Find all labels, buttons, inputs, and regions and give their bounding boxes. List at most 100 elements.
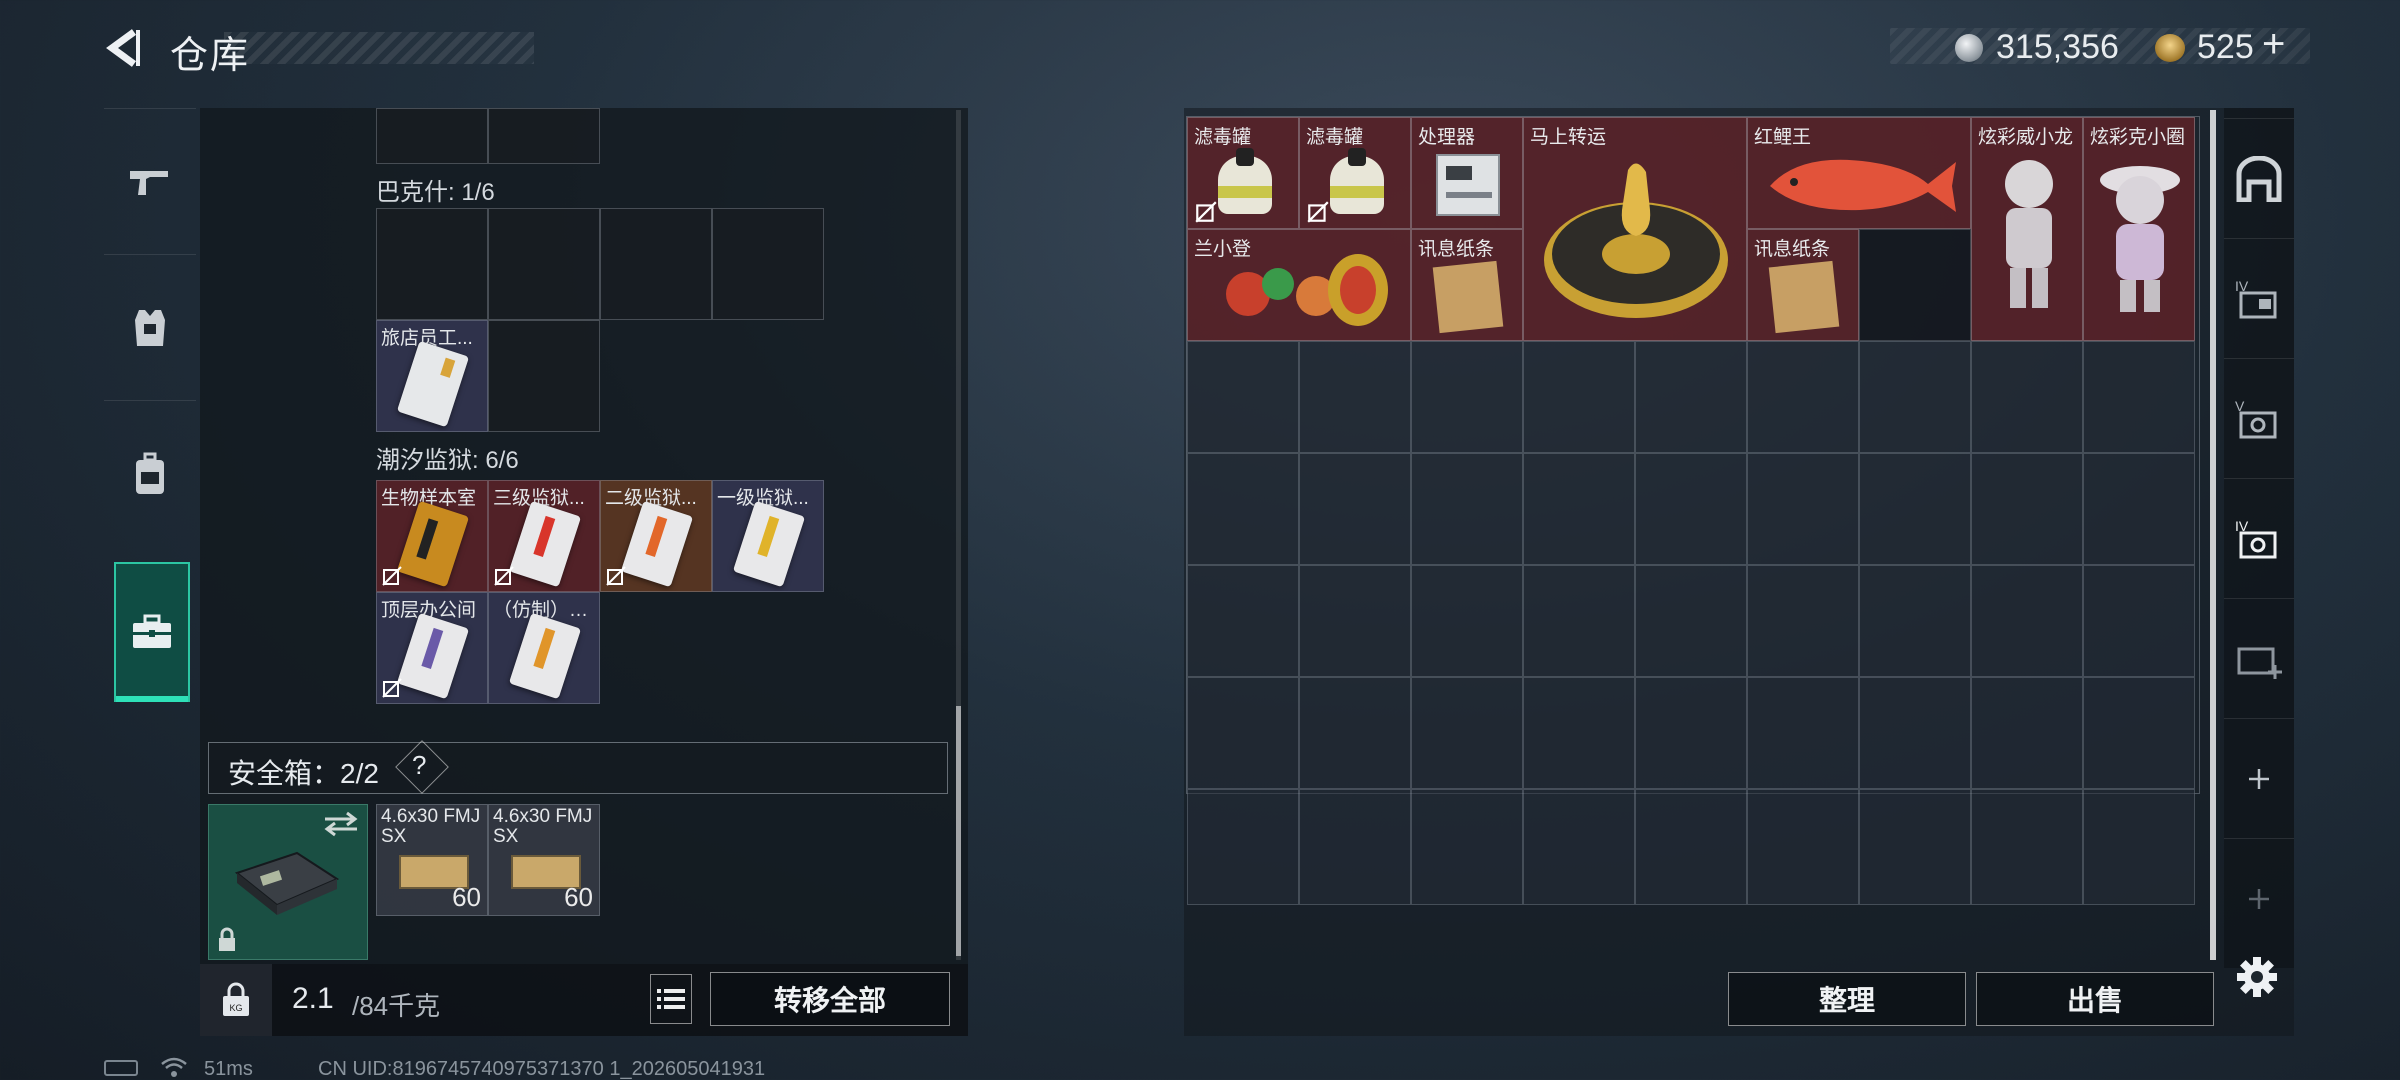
item-keycard[interactable]: 一级监狱... (712, 480, 824, 592)
item-keycard[interactable]: 生物样本室 (376, 480, 488, 592)
item-ammo[interactable]: 4.6x30 FMJ SX 60 (376, 804, 488, 916)
grid-slot[interactable] (376, 208, 488, 320)
settings-button[interactable] (2232, 952, 2282, 1002)
no-share-icon (382, 566, 402, 586)
grid-slot[interactable] (1523, 453, 1635, 565)
item-filter-canister[interactable]: 滤毒罐 (1187, 117, 1299, 229)
grid-slot[interactable] (1635, 789, 1747, 905)
grid-slot[interactable] (1411, 341, 1523, 453)
grid-slot[interactable] (1747, 677, 1859, 789)
grid-slot[interactable] (488, 108, 600, 164)
add-tab-button[interactable] (2224, 838, 2294, 958)
grid-slot[interactable] (1411, 453, 1523, 565)
help-icon[interactable]: ? (412, 750, 426, 781)
grid-slot[interactable] (1523, 341, 1635, 453)
grid-slot[interactable] (1635, 677, 1747, 789)
sell-button[interactable]: 出售 (1976, 972, 2214, 1026)
grid-slot[interactable] (1187, 789, 1299, 905)
grid-slot[interactable] (376, 108, 488, 164)
list-view-button[interactable] (650, 974, 692, 1024)
grid-slot[interactable] (1859, 453, 1971, 565)
right-scrollbar-thumb[interactable] (2210, 110, 2216, 960)
grid-slot[interactable] (488, 208, 600, 320)
grid-slot[interactable] (1635, 453, 1747, 565)
grid-slot[interactable] (1523, 789, 1635, 905)
grid-slot[interactable] (1971, 565, 2083, 677)
storage-iv-icon: IV (2235, 278, 2277, 318)
gear-icon (2237, 957, 2277, 997)
grid-slot[interactable] (1411, 677, 1523, 789)
item-keycard[interactable]: 旅店员工... (376, 320, 488, 432)
grid-slot[interactable] (1747, 565, 1859, 677)
tab-vault[interactable] (2224, 118, 2294, 238)
item-lan-xiaodeng[interactable]: 兰小登 (1187, 229, 1411, 341)
grid-slot[interactable] (1187, 453, 1299, 565)
grid-slot[interactable] (1299, 453, 1411, 565)
grid-slot[interactable] (1299, 341, 1411, 453)
nav-weapons[interactable] (104, 108, 196, 254)
grid-slot[interactable] (1187, 677, 1299, 789)
grid-slot[interactable] (488, 320, 600, 432)
grid-slot[interactable] (1299, 789, 1411, 905)
item-keycard[interactable]: （仿制）一... (488, 592, 600, 704)
grid-slot[interactable] (1299, 565, 1411, 677)
item-message-note[interactable]: 讯息纸条 (1411, 229, 1523, 341)
item-red-koi[interactable]: 红鲤王 (1747, 117, 1971, 229)
item-keycard[interactable]: 顶层办公间 (376, 592, 488, 704)
grid-slot[interactable] (1523, 565, 1635, 677)
grid-slot[interactable] (1859, 565, 1971, 677)
grid-slot[interactable] (1971, 677, 2083, 789)
grid-slot[interactable] (1299, 677, 1411, 789)
back-button[interactable] (100, 22, 148, 74)
tab-storage-v[interactable]: V (2224, 358, 2294, 478)
grid-slot[interactable] (2083, 453, 2195, 565)
grid-slot[interactable] (2083, 341, 2195, 453)
grid-slot[interactable] (1187, 565, 1299, 677)
add-tab-button[interactable] (2224, 718, 2294, 838)
grid-slot[interactable] (1187, 341, 1299, 453)
item-figure-circle[interactable]: 炫彩克小圈 (2083, 117, 2195, 341)
tab-storage-iv-selected[interactable]: IV (2224, 478, 2294, 598)
item-keycard[interactable]: 三级监狱... (488, 480, 600, 592)
transfer-all-button[interactable]: 转移全部 (710, 972, 950, 1026)
tab-storage-iv[interactable]: IV (2224, 238, 2294, 358)
grid-slot[interactable] (1635, 565, 1747, 677)
sort-button[interactable]: 整理 (1728, 972, 1966, 1026)
grid-slot[interactable] (1747, 453, 1859, 565)
safebox-slot[interactable] (208, 804, 368, 960)
grid-slot[interactable] (600, 208, 712, 320)
tab-storage-add[interactable] (2224, 598, 2294, 718)
left-scrollbar-thumb[interactable] (956, 706, 961, 956)
item-ammo[interactable]: 4.6x30 FMJ SX 60 (488, 804, 600, 916)
grid-slot[interactable] (1859, 229, 1971, 341)
item-figure-dragon[interactable]: 炫彩威小龙 (1971, 117, 2083, 341)
grid-slot[interactable] (1971, 453, 2083, 565)
grid-slot[interactable] (1971, 789, 2083, 905)
ammo-count: 60 (564, 882, 593, 912)
grid-slot[interactable] (1411, 789, 1523, 905)
nav-armor[interactable] (104, 254, 196, 400)
item-filter-canister[interactable]: 滤毒罐 (1299, 117, 1411, 229)
grid-slot[interactable] (1523, 677, 1635, 789)
item-keycard[interactable]: 二级监狱... (600, 480, 712, 592)
grid-slot[interactable] (1971, 341, 2083, 453)
grid-slot[interactable] (2083, 565, 2195, 677)
item-label: 讯息纸条 (1418, 239, 1495, 260)
grid-slot[interactable] (2083, 789, 2195, 905)
grid-slot[interactable] (712, 208, 824, 320)
grid-slot[interactable] (1859, 789, 1971, 905)
item-fortune-wheel[interactable]: 马上转运 (1523, 117, 1747, 341)
grid-slot[interactable] (1859, 677, 1971, 789)
nav-backpack[interactable] (104, 400, 196, 546)
grid-slot[interactable] (1747, 341, 1859, 453)
grid-slot[interactable] (1747, 789, 1859, 905)
grid-slot[interactable] (1411, 565, 1523, 677)
vault-icon (2236, 155, 2282, 202)
item-processor[interactable]: 处理器 (1411, 117, 1523, 229)
item-message-note[interactable]: 讯息纸条 (1747, 229, 1859, 341)
grid-slot[interactable] (2083, 677, 2195, 789)
add-bonds-button[interactable]: + (2262, 22, 2285, 67)
grid-slot[interactable] (1859, 341, 1971, 453)
nav-case[interactable] (114, 562, 190, 702)
grid-slot[interactable] (1635, 341, 1747, 453)
